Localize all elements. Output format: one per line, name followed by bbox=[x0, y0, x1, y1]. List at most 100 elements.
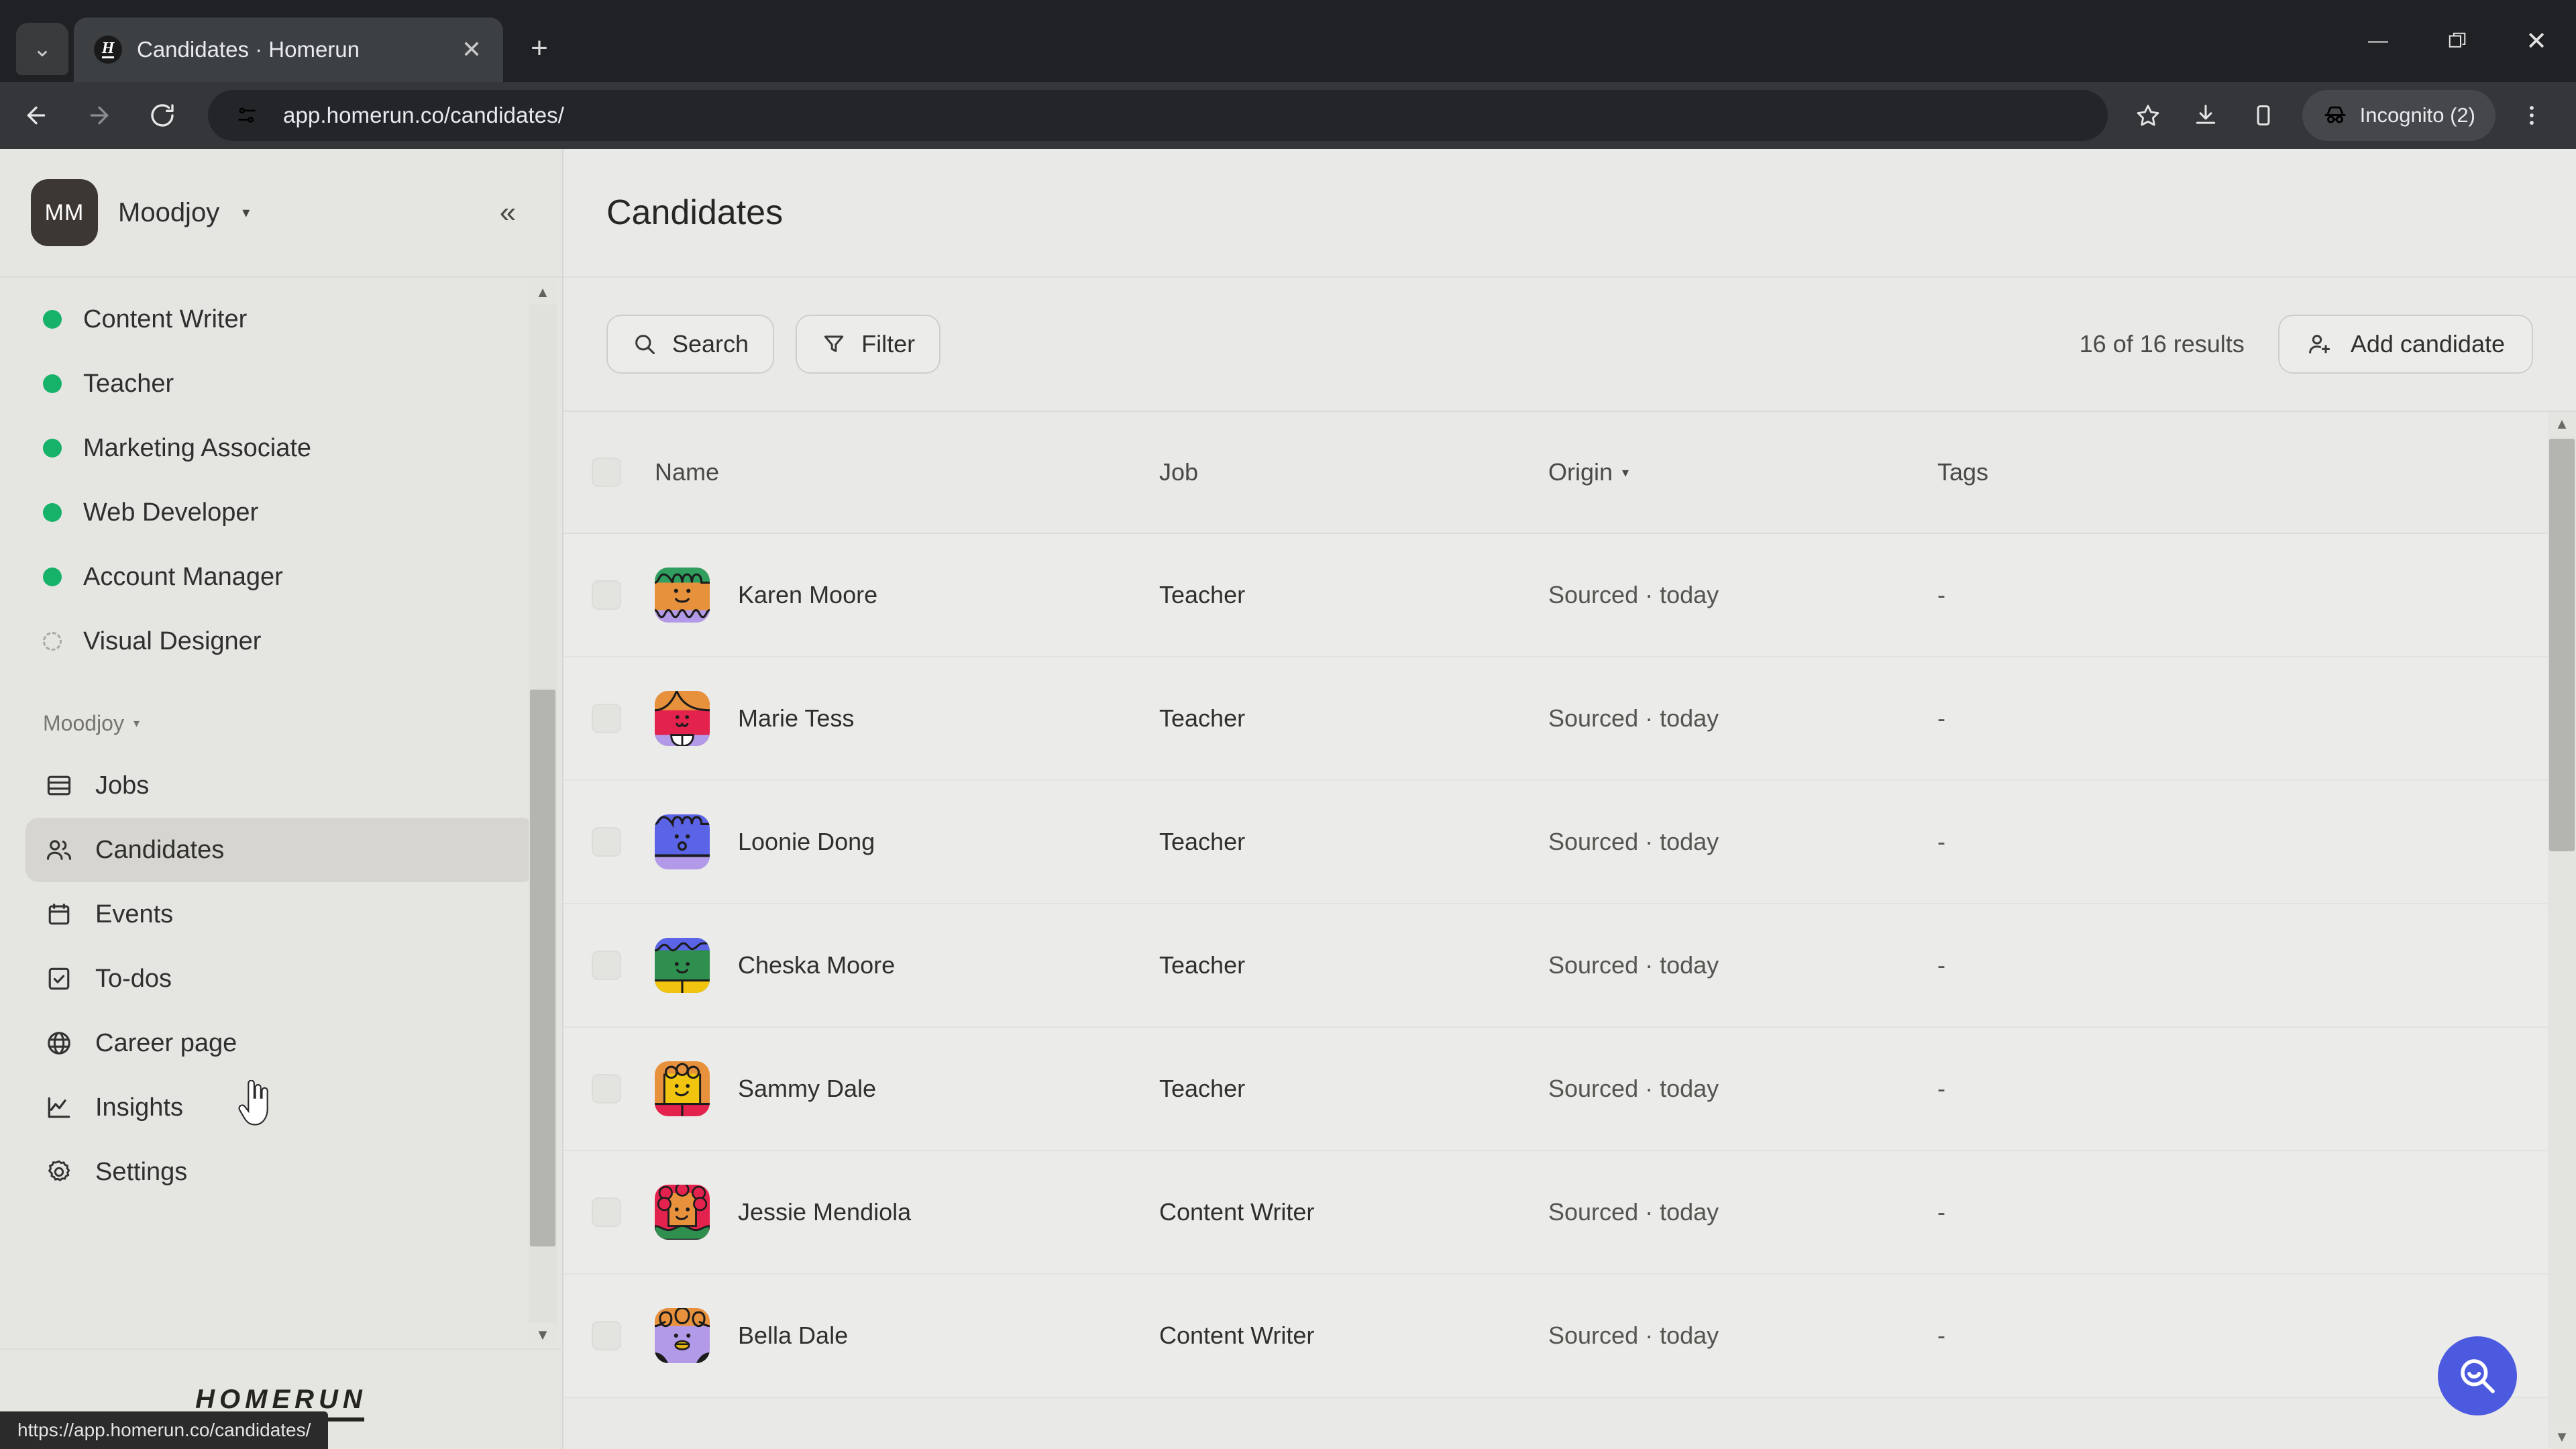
table-row[interactable]: Sammy Dale Teacher Sourced · today - bbox=[564, 1028, 2576, 1151]
avatar bbox=[655, 568, 710, 623]
sidebar-item-settings[interactable]: Settings bbox=[25, 1140, 535, 1204]
candidate-name: Cheska Moore bbox=[738, 951, 896, 979]
sidebar-item-label: Events bbox=[95, 900, 174, 928]
table-row[interactable]: Jessie Mendiola Content Writer Sourced ·… bbox=[564, 1151, 2576, 1275]
forward-button[interactable] bbox=[70, 86, 129, 145]
search-button[interactable]: Search bbox=[606, 315, 775, 374]
bookmark-star-icon[interactable] bbox=[2121, 89, 2175, 142]
candidate-tags: - bbox=[1937, 951, 1945, 979]
scroll-up-arrow-icon[interactable]: ▲ bbox=[529, 280, 557, 305]
main-content: Candidates Search Filter 16 of 16 result… bbox=[564, 149, 2576, 1449]
close-window-icon[interactable]: ✕ bbox=[2497, 0, 2576, 82]
sidebar-scroll-area: Content Writer Teacher Marketing Associa… bbox=[0, 276, 562, 1348]
address-bar[interactable]: app.homerun.co/candidates/ bbox=[208, 90, 2108, 141]
column-header-name[interactable]: Name bbox=[655, 458, 719, 486]
minimize-window-icon[interactable]: — bbox=[2339, 0, 2418, 82]
scroll-down-arrow-icon[interactable]: ▼ bbox=[2548, 1425, 2576, 1449]
browser-toolbar: app.homerun.co/candidates/ Incognito (2) bbox=[0, 82, 2576, 149]
browser-tab[interactable]: H Candidates · Homerun ✕ bbox=[74, 17, 503, 82]
sidebar-item-label: Candidates bbox=[95, 835, 225, 864]
row-checkbox[interactable] bbox=[592, 1074, 621, 1104]
column-header-origin[interactable]: Origin ▾ bbox=[1548, 458, 1937, 486]
row-select-cell[interactable] bbox=[564, 827, 649, 857]
favicon-letter: H bbox=[101, 40, 115, 59]
side-panel-icon[interactable] bbox=[2237, 89, 2290, 142]
sidebar-item-events[interactable]: Events bbox=[25, 882, 535, 947]
row-checkbox[interactable] bbox=[592, 580, 621, 610]
column-header-job[interactable]: Job bbox=[1159, 458, 1548, 486]
job-status-dot-icon bbox=[43, 632, 62, 651]
profile-incognito-button[interactable]: Incognito (2) bbox=[2302, 90, 2496, 141]
candidate-job: Teacher bbox=[1159, 581, 1246, 608]
main-scrollbar-thumb[interactable] bbox=[2549, 439, 2575, 851]
close-tab-icon[interactable]: ✕ bbox=[456, 34, 487, 65]
select-all-checkbox[interactable] bbox=[592, 458, 621, 487]
reload-button[interactable] bbox=[133, 86, 192, 145]
candidate-tags: - bbox=[1937, 704, 1945, 732]
candidate-name: Karen Moore bbox=[738, 581, 878, 608]
candidate-name: Loonie Dong bbox=[738, 828, 875, 855]
url-text: app.homerun.co/candidates/ bbox=[283, 103, 565, 127]
sidebar-item-to-dos[interactable]: To-dos bbox=[25, 947, 535, 1011]
add-candidate-button[interactable]: Add candidate bbox=[2277, 315, 2533, 374]
sidebar-item-candidates[interactable]: Candidates bbox=[25, 818, 535, 882]
job-status-dot-icon bbox=[43, 503, 62, 522]
row-select-cell[interactable] bbox=[564, 1197, 649, 1227]
tab-search-icon[interactable]: ⌄ bbox=[16, 23, 68, 75]
table-row[interactable]: Loonie Dong Teacher Sourced · today - bbox=[564, 781, 2576, 904]
row-select-cell[interactable] bbox=[564, 1321, 649, 1350]
row-checkbox[interactable] bbox=[592, 951, 621, 980]
column-header-tags[interactable]: Tags bbox=[1937, 458, 2576, 486]
row-checkbox[interactable] bbox=[592, 704, 621, 733]
job-status-dot-icon bbox=[43, 568, 62, 586]
job-label: Visual Designer bbox=[83, 627, 262, 655]
filter-button[interactable]: Filter bbox=[796, 315, 941, 374]
candidate-tags: - bbox=[1937, 581, 1945, 608]
candidate-origin: Sourced · today bbox=[1548, 1198, 1719, 1226]
candidate-origin: Sourced · today bbox=[1548, 951, 1719, 979]
sidebar-item-insights[interactable]: Insights bbox=[25, 1075, 535, 1140]
table-row[interactable]: Bella Dale Content Writer Sourced · toda… bbox=[564, 1275, 2576, 1398]
workspace-switcher[interactable]: MM Moodjoy ▾ « bbox=[0, 149, 562, 276]
maximize-window-icon[interactable] bbox=[2418, 0, 2497, 82]
chrome-menu-icon[interactable] bbox=[2505, 89, 2559, 142]
sidebar-job-web-developer[interactable]: Web Developer bbox=[0, 480, 562, 545]
new-tab-button[interactable]: + bbox=[518, 27, 561, 70]
table-row[interactable]: Cheska Moore Teacher Sourced · today - bbox=[564, 904, 2576, 1028]
row-checkbox[interactable] bbox=[592, 827, 621, 857]
sidebar-scrollbar-thumb[interactable] bbox=[530, 690, 555, 1246]
select-all-cell[interactable] bbox=[564, 458, 649, 487]
row-select-cell[interactable] bbox=[564, 704, 649, 733]
sidebar-job-marketing-associate[interactable]: Marketing Associate bbox=[0, 416, 562, 480]
table-row[interactable]: Marie Tess Teacher Sourced · today - bbox=[564, 657, 2576, 781]
sidebar-item-career-page[interactable]: Career page bbox=[25, 1011, 535, 1075]
row-checkbox[interactable] bbox=[592, 1197, 621, 1227]
site-settings-icon[interactable] bbox=[228, 97, 266, 134]
row-select-cell[interactable] bbox=[564, 951, 649, 980]
row-select-cell[interactable] bbox=[564, 580, 649, 610]
downloads-icon[interactable] bbox=[2179, 89, 2233, 142]
sidebar-job-content-writer[interactable]: Content Writer bbox=[0, 287, 562, 352]
results-count: 16 of 16 results bbox=[2079, 330, 2245, 358]
table-row[interactable]: Karen Moore Teacher Sourced · today - bbox=[564, 534, 2576, 657]
sidebar-job-account-manager[interactable]: Account Manager bbox=[0, 545, 562, 609]
sidebar-section-header[interactable]: Moodjoy ▾ bbox=[0, 674, 562, 744]
sidebar-scrollbar[interactable]: ▲ ▼ bbox=[529, 280, 557, 1347]
candidate-name: Marie Tess bbox=[738, 704, 855, 732]
collapse-sidebar-button[interactable]: « bbox=[484, 189, 531, 236]
search-icon bbox=[635, 335, 655, 354]
row-checkbox[interactable] bbox=[592, 1321, 621, 1350]
homerun-logo: HOMERUN bbox=[195, 1384, 367, 1421]
sidebar-item-jobs[interactable]: Jobs bbox=[25, 753, 535, 818]
chevron-down-icon[interactable]: ▾ bbox=[242, 204, 250, 221]
back-button[interactable] bbox=[7, 86, 66, 145]
sidebar-job-visual-designer[interactable]: Visual Designer bbox=[0, 609, 562, 674]
page-header: Candidates bbox=[564, 149, 2576, 276]
scroll-up-arrow-icon[interactable]: ▲ bbox=[2548, 412, 2576, 436]
sidebar-job-teacher[interactable]: Teacher bbox=[0, 352, 562, 416]
main-scrollbar[interactable]: ▲ ▼ bbox=[2548, 412, 2576, 1449]
row-select-cell[interactable] bbox=[564, 1074, 649, 1104]
help-button[interactable] bbox=[2438, 1336, 2517, 1415]
candidate-origin: Sourced · today bbox=[1548, 581, 1719, 608]
scroll-down-arrow-icon[interactable]: ▼ bbox=[529, 1323, 557, 1347]
